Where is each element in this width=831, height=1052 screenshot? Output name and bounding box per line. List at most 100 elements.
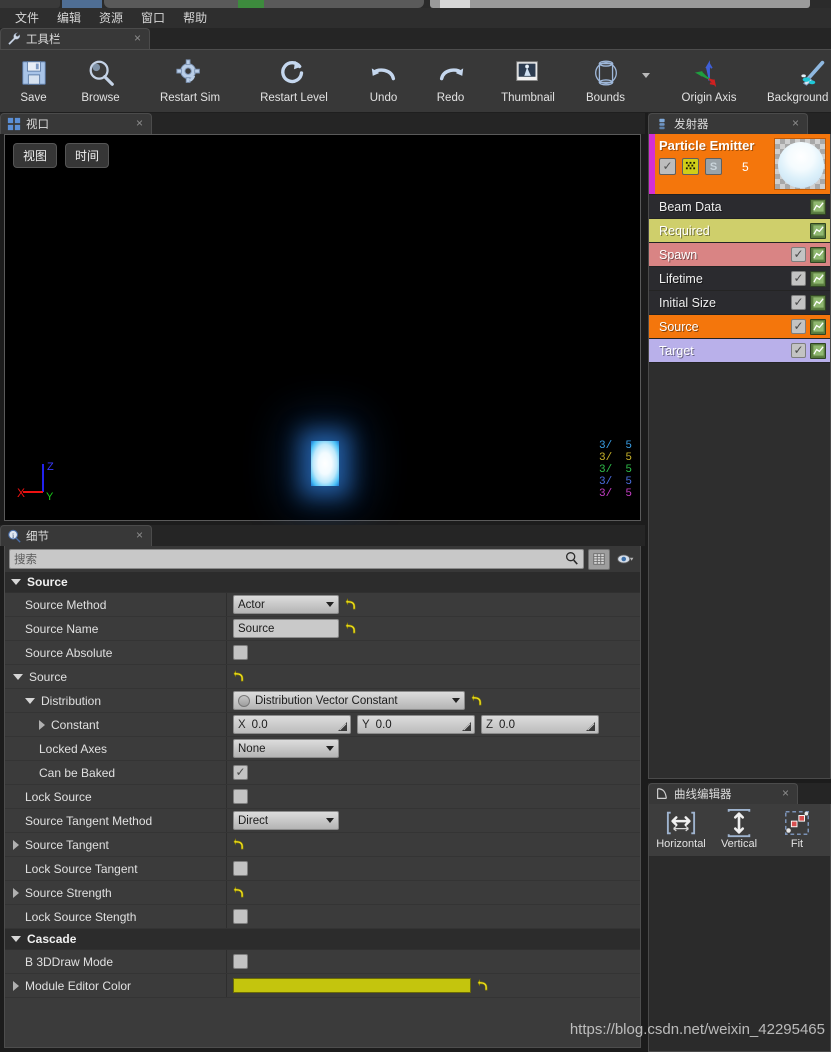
text-input-source-name[interactable]: Source (233, 619, 339, 638)
revert-icon[interactable] (471, 694, 482, 707)
details-property-name: Can be Baked (5, 761, 227, 784)
chevron-right-icon[interactable] (13, 839, 19, 850)
chevron-right-icon[interactable] (13, 980, 19, 991)
emitter-header[interactable]: Particle Emitter ✓ S 5 (649, 134, 830, 195)
details-category-cascade[interactable]: Cascade (5, 929, 640, 950)
chevron-down-icon[interactable] (639, 50, 653, 112)
emitter-module-label: Required (659, 223, 710, 238)
dropdown-locked-axes[interactable]: None (233, 739, 339, 758)
toolbar-button-origin-axis[interactable]: Origin Axis (657, 50, 761, 112)
details-property-list[interactable]: Source Source Method Actor Source Name Sourc… (5, 572, 640, 1047)
toolbar-button-restart-sim[interactable]: Restart Sim (138, 50, 242, 112)
menu-window[interactable]: 窗口 (132, 9, 174, 28)
toolbar-button-undo[interactable]: Undo (350, 50, 417, 112)
emitter-module-lifetime[interactable]: Lifetime ✓ (649, 267, 830, 291)
close-icon[interactable]: × (784, 116, 801, 132)
chevron-right-icon[interactable] (39, 719, 45, 730)
revert-icon[interactable] (345, 622, 356, 635)
module-enabled-checkbox[interactable]: ✓ (791, 247, 806, 262)
emitter-module-required[interactable]: Required (649, 219, 830, 243)
close-icon[interactable]: × (126, 31, 143, 47)
curve-button-vertical[interactable]: Vertical (711, 806, 767, 850)
details-list-view-button[interactable] (588, 548, 610, 570)
toolbar-button-redo[interactable]: Redo (417, 50, 484, 112)
checkbox-lock-source-tangent[interactable] (233, 861, 248, 876)
tab-emitter[interactable]: 发射器 × (648, 113, 808, 134)
close-icon[interactable]: × (128, 116, 145, 132)
revert-icon[interactable] (233, 838, 244, 851)
color-swatch-module-editor-color[interactable] (233, 978, 471, 993)
emitter-solo-button[interactable]: S (705, 158, 722, 175)
toolbar-button-bounds[interactable]: Bounds (572, 50, 639, 112)
emitter-type-stripe (649, 134, 655, 194)
details-category-source[interactable]: Source (5, 572, 640, 593)
checkbox-can-be-baked[interactable]: ✓ (233, 765, 248, 780)
module-curve-button[interactable] (810, 342, 826, 359)
module-curve-button[interactable] (810, 318, 826, 335)
particle-sprite (311, 441, 339, 486)
dropdown-source-tangent-method[interactable]: Direct (233, 811, 339, 830)
module-curve-button[interactable] (810, 246, 826, 263)
module-enabled-checkbox[interactable]: ✓ (791, 343, 806, 358)
emitter-enabled-checkbox[interactable]: ✓ (659, 158, 676, 175)
close-icon[interactable]: × (128, 528, 145, 544)
checkbox-b-3ddraw-mode[interactable] (233, 954, 248, 969)
drag-handle-icon[interactable] (586, 722, 595, 731)
curve-editor-canvas[interactable] (649, 857, 830, 1051)
module-curve-button[interactable] (810, 222, 826, 239)
menu-edit[interactable]: 编辑 (48, 9, 90, 28)
emitter-render-mode-button[interactable] (682, 158, 699, 175)
revert-icon[interactable] (233, 670, 244, 683)
emitter-module-spawn[interactable]: Spawn ✓ (649, 243, 830, 267)
viewport-view-menu[interactable]: 视图 (13, 143, 58, 168)
tab-toolbar[interactable]: 工具栏 × (0, 28, 150, 49)
module-curve-button[interactable] (810, 198, 826, 215)
module-curve-button[interactable] (810, 294, 826, 311)
revert-icon[interactable] (345, 598, 356, 611)
drag-handle-icon[interactable] (462, 722, 471, 731)
details-visibility-button[interactable] (614, 549, 636, 570)
curve-button-fit[interactable]: Fit (769, 806, 825, 850)
revert-icon[interactable] (477, 979, 488, 992)
number-input-z[interactable]: Z 0.0 (481, 715, 599, 734)
toolbar-button-browse[interactable]: Browse (67, 50, 134, 112)
menu-help[interactable]: 帮助 (174, 9, 216, 28)
module-enabled-checkbox[interactable]: ✓ (791, 271, 806, 286)
emitter-module-initial-size[interactable]: Initial Size ✓ (649, 291, 830, 315)
tab-viewport[interactable]: 视口 × (0, 113, 152, 134)
tab-details[interactable]: i 细节 × (0, 525, 152, 546)
toolbar-button-restart-level[interactable]: Restart Level (242, 50, 346, 112)
chevron-down-icon[interactable] (13, 673, 23, 680)
checkbox-lock-source-stength[interactable] (233, 909, 248, 924)
emitter-module-beam-data[interactable]: Beam Data (649, 195, 830, 219)
close-icon[interactable]: × (774, 786, 791, 802)
viewport-canvas[interactable]: 视图 时间 Z Y X 3/ 5 3/ 5 3/ 5 3/ 5 3/ 5 (4, 134, 641, 521)
checkbox-lock-source[interactable] (233, 789, 248, 804)
revert-icon[interactable] (233, 886, 244, 899)
toolbar-button-thumbnail[interactable]: Thumbnail (488, 50, 568, 112)
emitter-module-target[interactable]: Target ✓ (649, 339, 830, 363)
drag-handle-icon[interactable] (338, 722, 347, 731)
menu-file[interactable]: 文件 (6, 9, 48, 28)
module-enabled-checkbox[interactable]: ✓ (791, 319, 806, 334)
viewport-time-menu[interactable]: 时间 (65, 143, 110, 168)
chevron-right-icon[interactable] (13, 887, 19, 898)
checkbox-source-absolute[interactable] (233, 645, 248, 660)
module-enabled-checkbox[interactable]: ✓ (791, 295, 806, 310)
tab-curve-editor[interactable]: 曲线编辑器 × (648, 783, 798, 804)
chevron-down-icon[interactable] (25, 697, 35, 704)
toolbar-button-background-color[interactable]: Background Color (761, 50, 831, 112)
dropdown-distribution[interactable]: Distribution Vector Constant (233, 691, 465, 710)
number-input-y[interactable]: Y 0.0 (357, 715, 475, 734)
curve-button-horizontal[interactable]: Horizontal (653, 806, 709, 850)
emitter-thumbnail[interactable] (774, 138, 826, 190)
module-curve-button[interactable] (810, 270, 826, 287)
menu-assets[interactable]: 资源 (90, 9, 132, 28)
toolbar-button-save[interactable]: Save (0, 50, 67, 112)
emitter-module-source[interactable]: Source ✓ (649, 315, 830, 339)
details-property-value (227, 857, 640, 880)
details-property-row: Can be Baked ✓ (5, 761, 640, 785)
number-input-x[interactable]: X 0.0 (233, 715, 351, 734)
search-input[interactable]: 搜索 (9, 549, 584, 569)
dropdown-source-method[interactable]: Actor (233, 595, 339, 614)
